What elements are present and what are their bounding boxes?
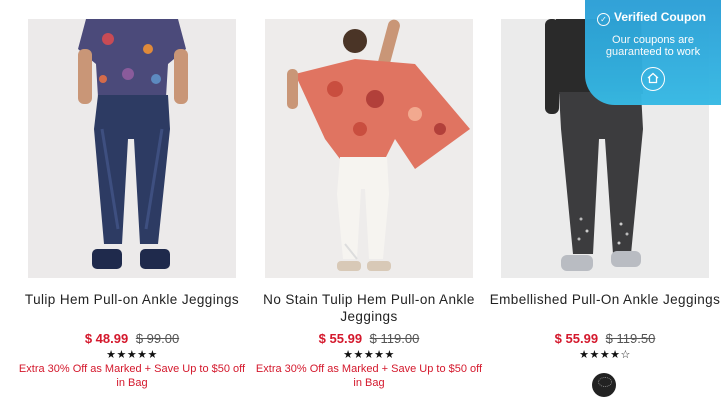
sale-price: $ 48.99: [84, 331, 129, 346]
product-image[interactable]: [265, 19, 473, 278]
chat-avatar[interactable]: [592, 373, 616, 397]
check-icon: ✓: [597, 13, 610, 26]
sale-price: $ 55.99: [318, 331, 363, 346]
promo-text: Extra 30% Off as Marked + Save Up to $50…: [255, 363, 483, 389]
product-name[interactable]: Tulip Hem Pull-on Ankle Jeggings: [14, 291, 250, 308]
coupon-subtitle: Our coupons are guaranteed to work: [605, 34, 701, 58]
price-block: $ 48.99 $ 99.00: [28, 331, 236, 347]
rating-stars: ★★★★★: [343, 349, 395, 361]
product-image[interactable]: [28, 19, 236, 278]
product-card[interactable]: No Stain Tulip Hem Pull-on Ankle Jegging…: [256, 0, 482, 389]
price-block: $ 55.99 $ 119.50: [501, 331, 709, 347]
verified-coupon-badge[interactable]: ✓ Verified Coupon Our coupons are guarant…: [585, 0, 721, 105]
product-name[interactable]: No Stain Tulip Hem Pull-on Ankle Jegging…: [251, 291, 487, 325]
rating-stars: ★★★★★: [106, 349, 158, 361]
product-name[interactable]: Embellished Pull-On Ankle Jeggings: [487, 291, 721, 308]
rating-stars: ★★★★☆: [579, 349, 631, 361]
promo-text: Extra 30% Off as Marked + Save Up to $50…: [18, 363, 246, 389]
product-card[interactable]: Tulip Hem Pull-on Ankle Jeggings $ 48.99…: [19, 0, 245, 389]
original-price: $ 119.50: [605, 331, 656, 346]
original-price: $ 119.00: [369, 331, 420, 346]
price-block: $ 55.99 $ 119.00: [265, 331, 473, 347]
coupon-title-text: Verified Coupon: [614, 10, 707, 24]
home-icon[interactable]: [641, 67, 665, 91]
coupon-title: ✓ Verified Coupon: [597, 10, 706, 26]
original-price: $ 99.00: [135, 331, 180, 346]
sale-price: $ 55.99: [554, 331, 599, 346]
